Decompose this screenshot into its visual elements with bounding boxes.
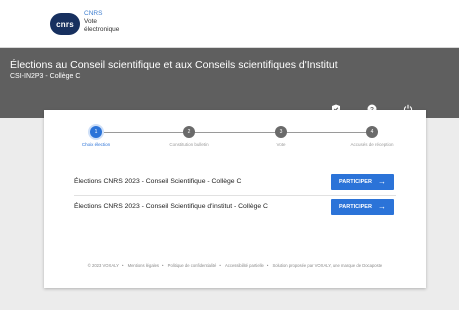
step-choice: 1 Choix élection xyxy=(66,126,126,148)
cnrs-logo[interactable]: cnrs xyxy=(50,13,80,35)
arrow-right-icon: → xyxy=(377,202,386,211)
solution-text: Solution proposée par VOXALY, une marque… xyxy=(272,263,383,268)
step-vote: 3 Vote xyxy=(251,126,311,148)
step-label: Constitution bulletin xyxy=(169,142,209,147)
step-ballot: 2 Constitution bulletin xyxy=(159,126,219,148)
participate-label: PARTICIPER xyxy=(339,179,372,185)
top-bar: cnrs CNRS Vote électronique xyxy=(0,0,459,48)
page-subtitle: CSI-IN2P3 - Collège C xyxy=(10,73,81,80)
progress-stepper: 1 Choix élection 2 Constitution bulletin… xyxy=(44,110,426,170)
election-row: Élections CNRS 2023 - Conseil Scientifiq… xyxy=(74,197,396,219)
step-number: 1 xyxy=(90,126,102,138)
step-receipt: 4 Accusés de réception xyxy=(342,126,402,148)
footer: © 2023 VOXALY • Mentions légales • Politiq… xyxy=(87,263,383,268)
election-name: Élections CNRS 2023 - Conseil Scientifiq… xyxy=(74,178,242,185)
election-row: Élections CNRS 2023 - Conseil Scientifiq… xyxy=(74,172,396,194)
arrow-right-icon: → xyxy=(377,177,386,186)
product-name-line1: Vote xyxy=(84,18,98,25)
page-title: Élections au Conseil scientifique et aux… xyxy=(10,59,338,71)
step-number: 3 xyxy=(275,126,287,138)
participate-label: PARTICIPER xyxy=(339,204,372,210)
election-banner: Élections au Conseil scientifique et aux… xyxy=(0,48,459,118)
participate-button[interactable]: PARTICIPER → xyxy=(331,199,394,215)
legal-link[interactable]: Mentions légales xyxy=(128,263,159,268)
step-number: 2 xyxy=(183,126,195,138)
privacy-link[interactable]: Politique de confidentialité xyxy=(168,263,217,268)
step-number: 4 xyxy=(366,126,378,138)
logo-text: CNRS Vote électronique xyxy=(84,10,119,34)
copyright: © 2023 VOXALY xyxy=(87,263,119,268)
step-label: Accusés de réception xyxy=(350,142,394,147)
participate-button[interactable]: PARTICIPER → xyxy=(331,174,394,190)
brand-name: CNRS xyxy=(84,10,103,17)
accessibility-link[interactable]: Accessibilité partielle xyxy=(225,263,264,268)
step-label: Choix élection xyxy=(81,142,111,147)
step-label: Vote xyxy=(276,142,286,147)
election-name: Élections CNRS 2023 - Conseil Scientifiq… xyxy=(74,203,268,210)
row-divider xyxy=(74,195,396,196)
product-name-line2: électronique xyxy=(84,26,120,33)
election-card: 1 Choix élection 2 Constitution bulletin… xyxy=(44,110,426,288)
